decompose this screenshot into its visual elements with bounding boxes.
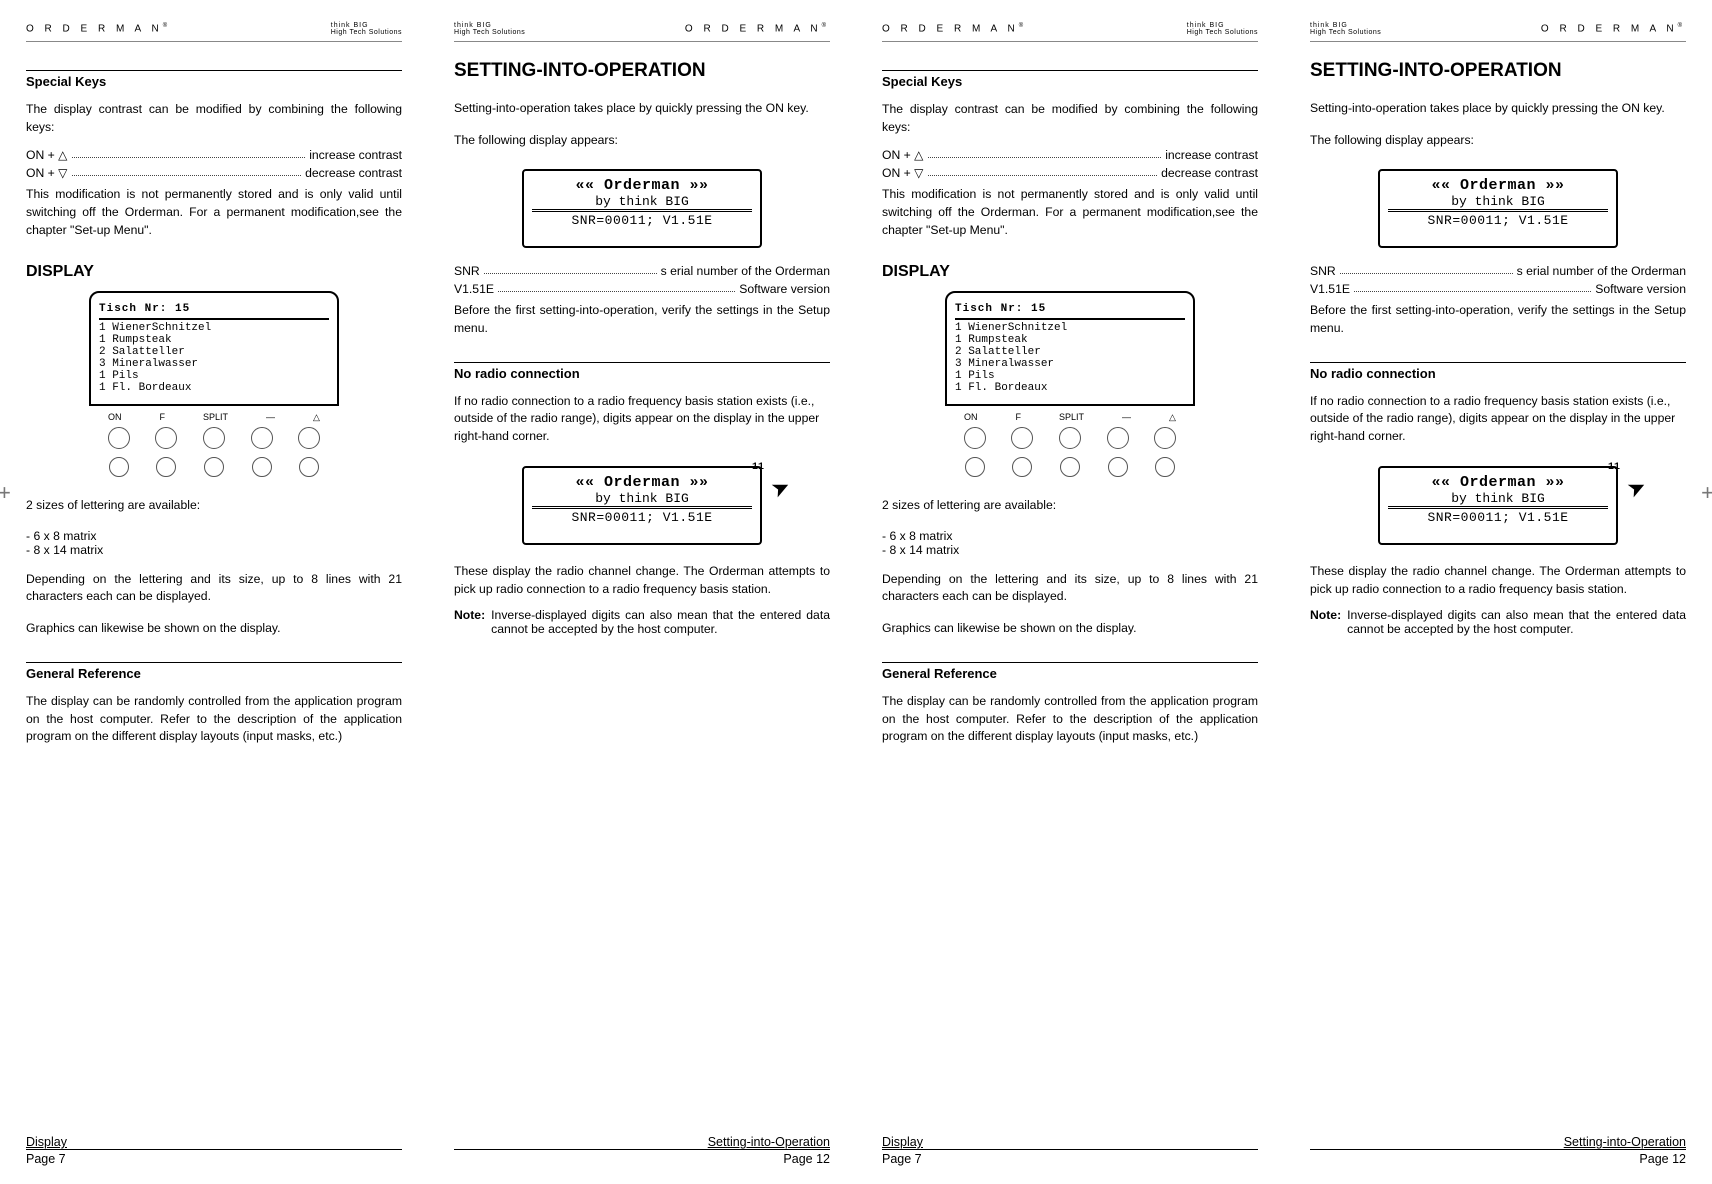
crop-mark: + [0,480,11,506]
tagline: think BIGHigh Tech Solutions [1310,22,1381,36]
brand: O R D E R M A N® [685,23,830,34]
page-12b: think BIGHigh Tech Solutions O R D E R M… [1284,0,1712,1184]
arrow-icon: ➤ [767,473,795,504]
para-appears: The following display appears: [454,132,830,150]
page-7b: O R D E R M A N® think BIGHigh Tech Solu… [856,0,1284,1184]
para-sizes: 2 sizes of lettering are available: [26,497,402,515]
page-7a: + O R D E R M A N® think BIGHigh Tech So… [0,0,428,1184]
footer: Setting-into-Operation Page 12 [454,1135,830,1166]
row-decrease: ON + ▽decrease contrast [26,166,402,180]
heading-special-keys: Special Keys [882,70,1258,89]
para-before: Before the first setting-into-operation,… [454,302,830,337]
para-intro: Setting-into-operation takes place by qu… [454,100,830,118]
page-12a: think BIGHigh Tech Solutions O R D E R M… [428,0,856,1184]
device-illustration: Tisch Nr: 15 1 WienerSchnitzel 1 Rumpste… [945,291,1195,483]
footer: Display Page 7 [26,1135,402,1166]
crop-mark: + [1701,480,1712,506]
note: Note:Inverse-displayed digits can also m… [454,608,830,636]
heading-special-keys: Special Keys [26,70,402,89]
heading-display: DISPLAY [26,263,402,281]
para-lines: Depending on the lettering and its size,… [26,571,402,606]
heading-general: General Reference [26,662,402,681]
heading-noradio: No radio connection [454,362,830,381]
screen-title: Tisch Nr: 15 [99,303,329,319]
tagline: think BIGHigh Tech Solutions [454,22,525,36]
brand: O R D E R M A N® [882,23,1027,34]
device-illustration: Tisch Nr: 15 1 WienerSchnitzel 1 Rumpste… [89,291,339,483]
lcd-1: «« Orderman »» by think BIG SNR=00011; V… [522,169,762,248]
arrow-icon: ➤ [1623,473,1651,504]
brand: O R D E R M A N® [26,23,171,34]
header: O R D E R M A N® think BIGHigh Tech Solu… [26,16,402,42]
header: think BIGHigh Tech Solutions O R D E R M… [1310,16,1686,42]
row-ver: V1.51ESoftware version [454,282,830,296]
screen-content: 1 WienerSchnitzel 1 Rumpsteak 2 Salattel… [99,322,329,395]
size-list: 6 x 8 matrix 8 x 14 matrix [26,529,402,557]
para-change: These display the radio channel change. … [454,563,830,598]
para-noradio: If no radio connection to a radio freque… [454,393,830,446]
page-title: SETTING-INTO-OPERATION [454,60,830,82]
para-perm: This modification is not permanently sto… [26,186,402,239]
para-contrast: The display contrast can be modified by … [26,101,402,136]
row-increase: ON + △increase contrast [26,148,402,162]
row-snr: SNRs erial number of the Orderman [454,264,830,278]
header: O R D E R M A N® think BIGHigh Tech Solu… [882,16,1258,42]
para-gfx: Graphics can likewise be shown on the di… [26,620,402,638]
tagline: think BIGHigh Tech Solutions [1187,22,1258,36]
lcd-2: 11 ➤ «« Orderman »» by think BIG SNR=000… [522,466,762,545]
header: think BIGHigh Tech Solutions O R D E R M… [454,16,830,42]
button-labels: ONFSPLIT—△ [89,406,339,425]
brand: O R D E R M A N® [1541,23,1686,34]
para-general: The display can be randomly controlled f… [26,693,402,746]
tagline: think BIGHigh Tech Solutions [331,22,402,36]
